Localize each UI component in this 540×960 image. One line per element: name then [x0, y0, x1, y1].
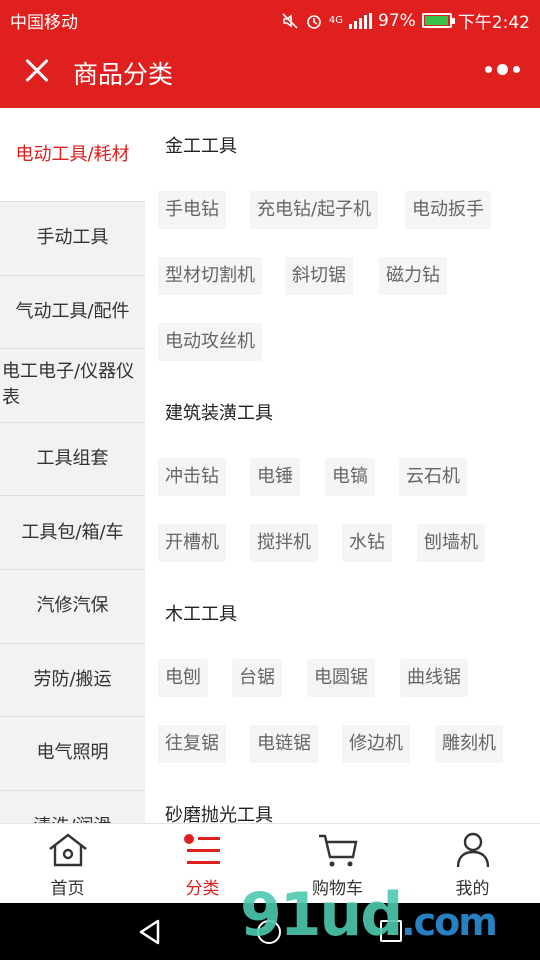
- category-chip[interactable]: 磁力钻: [379, 257, 447, 295]
- category-chip[interactable]: 型材切割机: [158, 257, 262, 295]
- network-type: 4G: [328, 15, 344, 26]
- sidebar-item-label: 电气照明: [36, 742, 109, 764]
- sidebar-item-pneumatic-tools[interactable]: 气动工具/配件: [0, 276, 145, 350]
- carrier-name: 中国移动: [10, 13, 78, 33]
- sidebar-item-electrical-instruments[interactable]: 电工电子/仪器仪表: [0, 349, 145, 423]
- category-chip[interactable]: 电动攻丝机: [158, 323, 262, 361]
- battery-percent: 97%: [378, 10, 416, 31]
- signal-icon: [349, 12, 373, 29]
- category-sidebar: 电动工具/耗材 手动工具 气动工具/配件 电工电子/仪器仪表 工具组套 工具包/…: [0, 108, 145, 823]
- category-chip[interactable]: 修边机: [342, 725, 410, 763]
- home-icon: [49, 833, 87, 867]
- category-chip[interactable]: 充电钻/起子机: [250, 191, 379, 229]
- status-bar: 中国移动 4G 97% 下午2:42: [0, 0, 540, 36]
- section-title: 砂磨抛光工具: [165, 805, 273, 823]
- close-icon[interactable]: [20, 54, 54, 88]
- watermark-logo: 91ud.com: [240, 880, 498, 950]
- sidebar-item-label: 电工电子/仪器仪表: [2, 361, 135, 409]
- more-options-icon[interactable]: [485, 64, 520, 75]
- page-title: 商品分类: [73, 60, 174, 89]
- sidebar-item-auto-repair[interactable]: 汽修汽保: [0, 570, 145, 644]
- sidebar-item-label: 汽修汽保: [36, 595, 109, 617]
- app-header: 商品分类: [0, 36, 540, 108]
- clock: 下午2:42: [457, 13, 530, 33]
- tab-label: 首页: [50, 879, 85, 899]
- section-title: 木工工具: [165, 604, 237, 625]
- sidebar-item-power-tools[interactable]: 电动工具/耗材: [0, 108, 145, 202]
- category-chip[interactable]: 电锤: [250, 458, 300, 496]
- category-chip[interactable]: 手电钻: [158, 191, 226, 229]
- category-chip[interactable]: 开槽机: [158, 524, 226, 562]
- alarm-icon: [307, 14, 321, 29]
- category-chip[interactable]: 刨墙机: [417, 524, 485, 562]
- cart-icon: [319, 834, 358, 867]
- user-icon: [456, 832, 490, 868]
- sidebar-item-tool-sets[interactable]: 工具组套: [0, 423, 145, 497]
- sidebar-item-tool-bags[interactable]: 工具包/箱/车: [0, 496, 145, 570]
- category-chip[interactable]: 雕刻机: [435, 725, 503, 763]
- sidebar-item-hand-tools[interactable]: 手动工具: [0, 202, 145, 276]
- more-dot: [497, 64, 508, 75]
- battery-fill: [424, 16, 448, 25]
- category-chip[interactable]: 冲击钻: [158, 458, 226, 496]
- sidebar-item-label: 电动工具/耗材: [15, 143, 130, 165]
- sidebar-item-label: 工具包/箱/车: [21, 521, 124, 543]
- more-dot: [485, 66, 492, 73]
- more-dot: [513, 66, 520, 73]
- category-chip[interactable]: 云石机: [399, 458, 467, 496]
- category-chip[interactable]: 水钻: [342, 524, 392, 562]
- sidebar-item-label: 工具组套: [36, 448, 109, 470]
- category-chip[interactable]: 斜切锯: [285, 257, 353, 295]
- category-chip[interactable]: 电链锯: [250, 725, 318, 763]
- sidebar-item-label: 手动工具: [36, 227, 109, 249]
- category-chip[interactable]: 搅拌机: [250, 524, 318, 562]
- watermark-brand: 91ud: [240, 880, 403, 950]
- sidebar-item-label: 气动工具/配件: [15, 300, 130, 322]
- sidebar-item-cleaning[interactable]: 清洗/润滑: [0, 791, 145, 823]
- section-title: 金工工具: [165, 136, 237, 157]
- category-chip[interactable]: 往复锯: [158, 725, 226, 763]
- tab-home[interactable]: 首页: [0, 824, 135, 904]
- sidebar-item-lighting[interactable]: 电气照明: [0, 717, 145, 791]
- back-icon[interactable]: [138, 919, 162, 945]
- category-icon: [184, 834, 220, 864]
- category-chip[interactable]: 电镐: [325, 458, 375, 496]
- category-chip[interactable]: 电圆锯: [307, 659, 375, 697]
- category-chip[interactable]: 电动扳手: [405, 191, 491, 229]
- category-chip[interactable]: 台锯: [232, 659, 282, 697]
- sidebar-item-safety-handling[interactable]: 劳防/搬运: [0, 644, 145, 718]
- category-content: 金工工具 手电钻 充电钻/起子机 电动扳手 型材切割机 斜切锯 磁力钻 电动攻丝…: [145, 108, 540, 823]
- sidebar-item-label: 劳防/搬运: [33, 668, 112, 690]
- category-chip[interactable]: 曲线锯: [400, 659, 468, 697]
- mute-icon: [282, 12, 298, 29]
- battery-icon: [421, 13, 455, 28]
- status-icons: 4G 97% 下午2:42: [281, 8, 530, 33]
- sidebar-item-label: 清洗/润滑: [33, 814, 111, 823]
- watermark-suffix: .com: [401, 900, 498, 944]
- section-title: 建筑装潢工具: [165, 403, 273, 424]
- category-chip[interactable]: 电刨: [158, 659, 208, 697]
